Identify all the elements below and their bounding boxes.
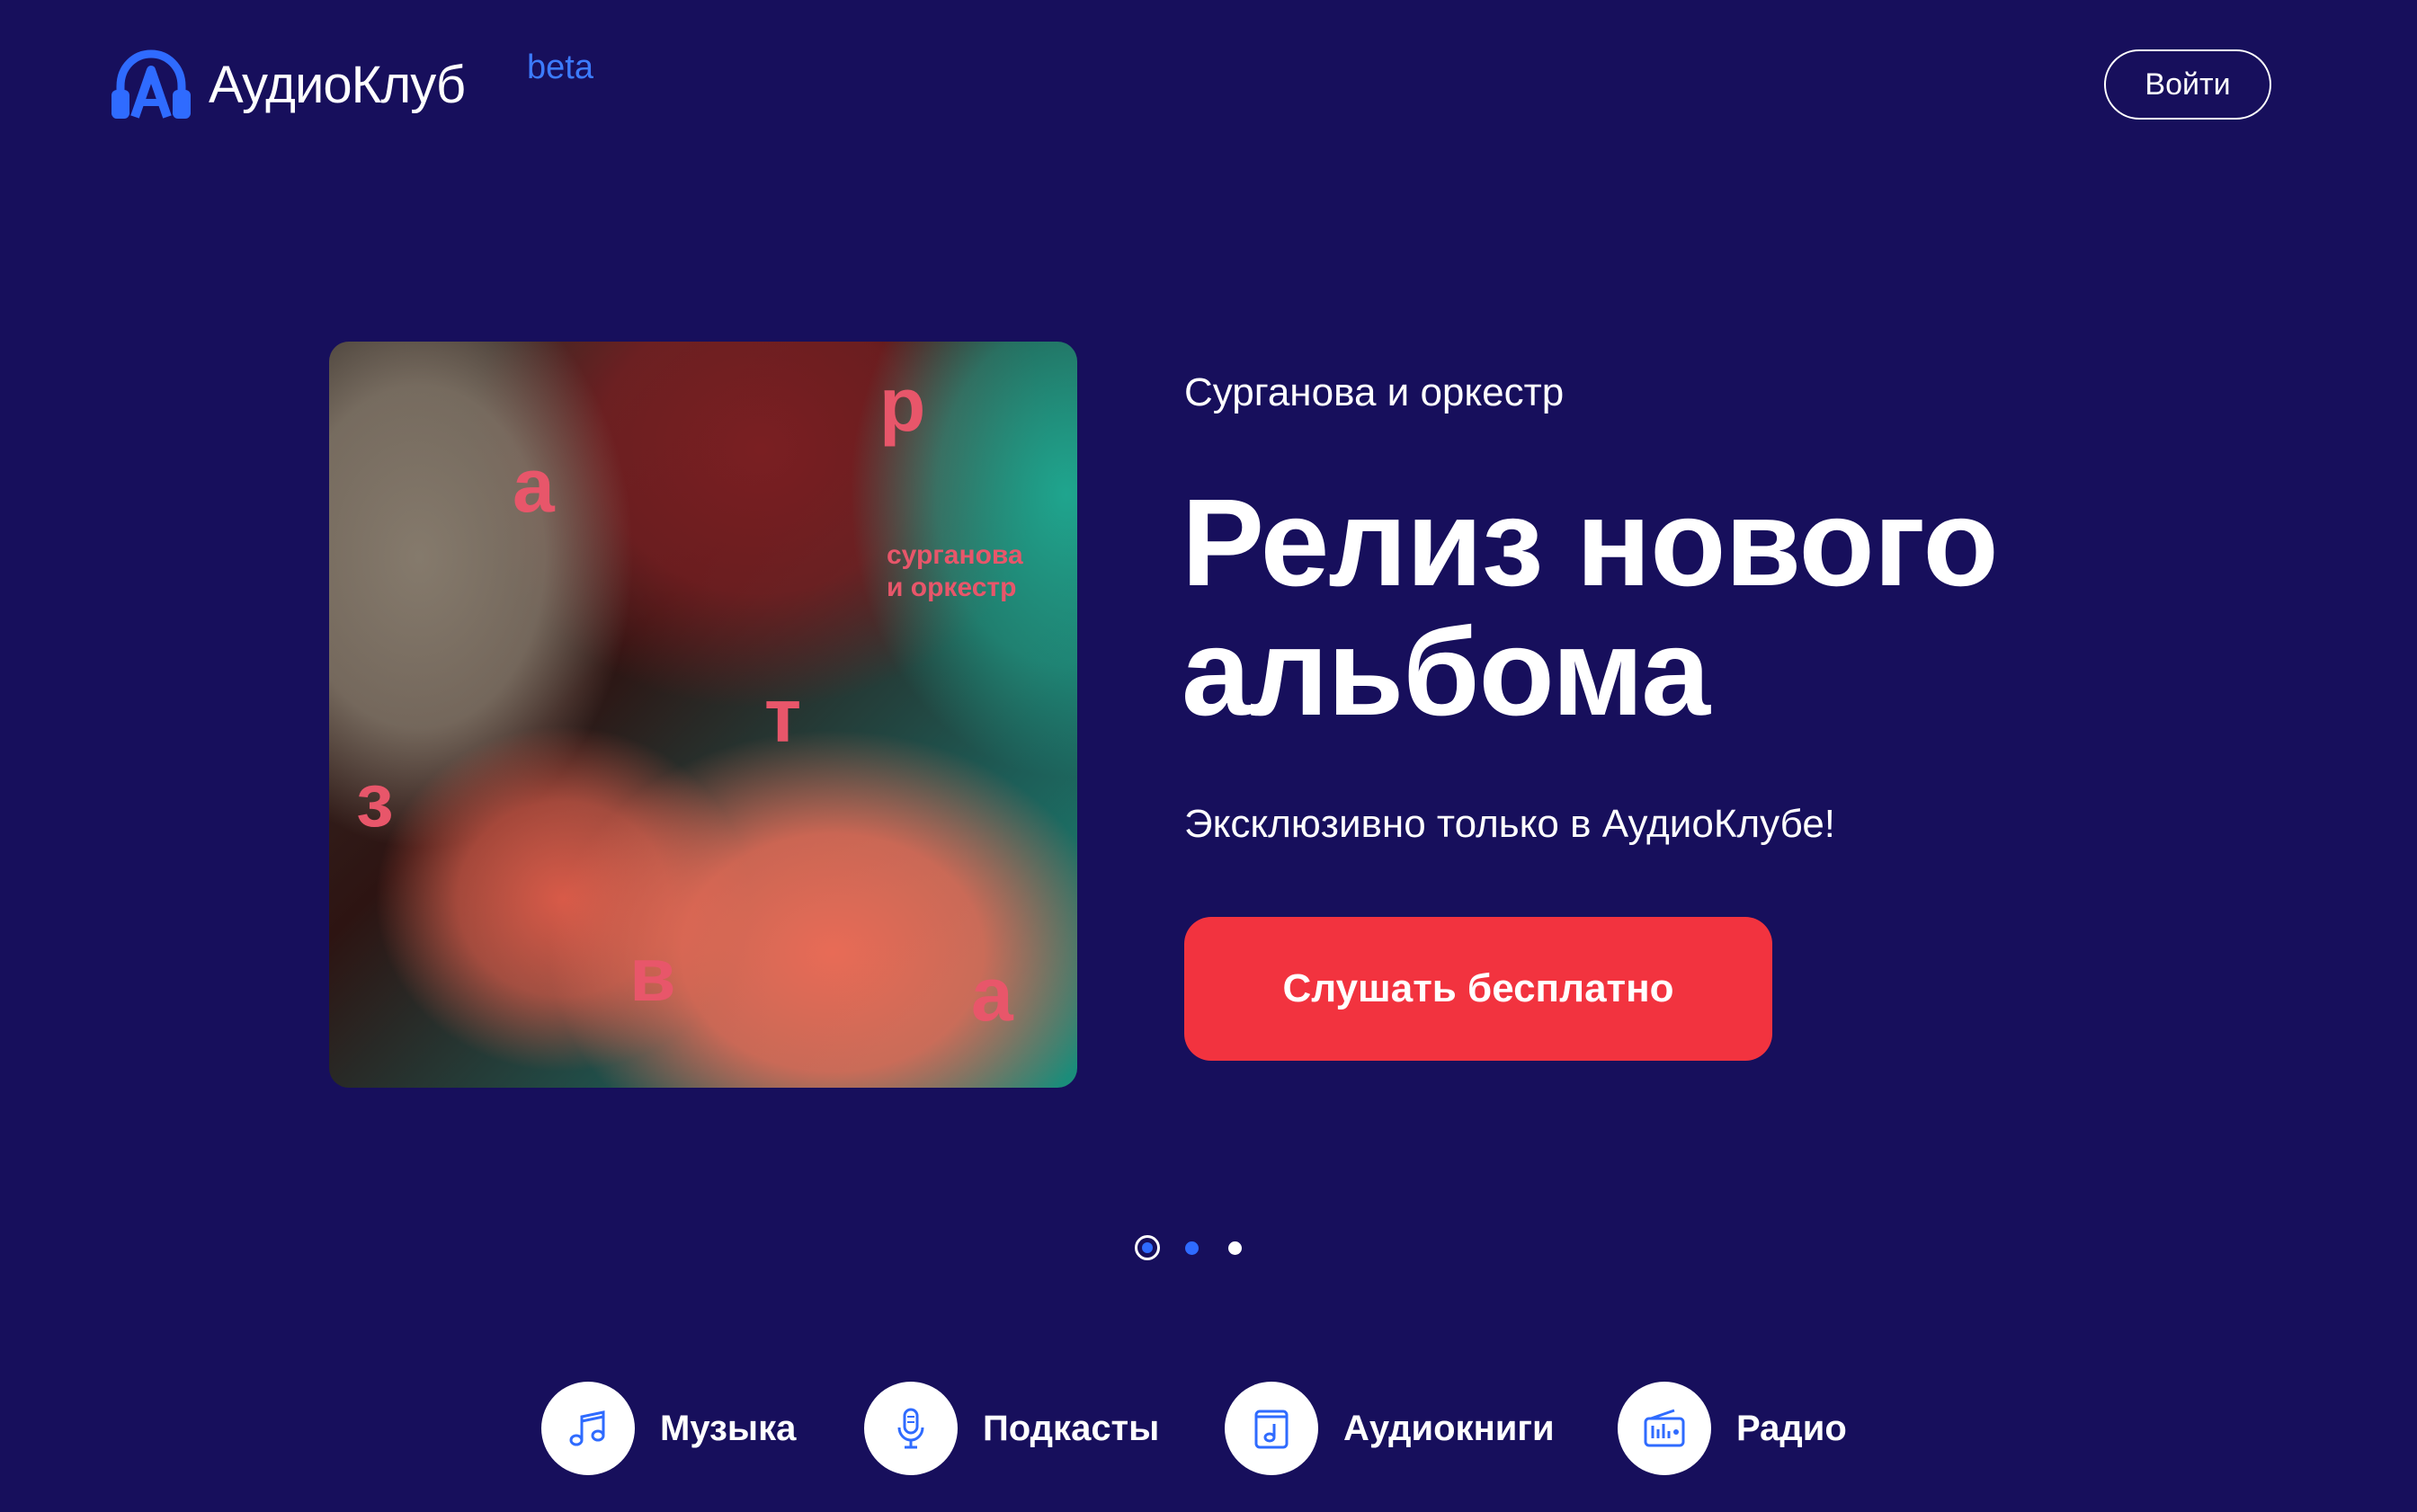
artist-name: Сурганова и оркестр xyxy=(1184,370,1565,414)
category-audiobooks[interactable]: Аудиокниги xyxy=(1225,1382,1555,1475)
cover-letter: т xyxy=(764,673,802,758)
category-podcasts[interactable]: Подкасты xyxy=(864,1382,1159,1475)
cover-letter: в xyxy=(629,932,676,1017)
hero-subline: Эксклюзивно только в АудиоКлубе! xyxy=(1184,802,1836,846)
radio-icon xyxy=(1618,1382,1711,1475)
pager-dot[interactable] xyxy=(1228,1241,1242,1255)
beta-badge: beta xyxy=(527,49,593,86)
category-label: Аудиокниги xyxy=(1343,1408,1555,1448)
cover-letter: р xyxy=(879,362,926,447)
category-label: Музыка xyxy=(660,1408,797,1448)
category-music[interactable]: Музыка xyxy=(541,1382,796,1475)
cover-caption: сурганова и оркестр xyxy=(887,539,1023,604)
listen-free-button[interactable]: Слушать бесплатно xyxy=(1184,917,1772,1061)
cover-letter: з xyxy=(356,758,394,842)
audiobook-icon xyxy=(1225,1382,1318,1475)
music-note-icon xyxy=(541,1382,635,1475)
page: АудиоКлуб beta Войти р а т з в а сургано… xyxy=(0,0,2417,1512)
category-label: Подкасты xyxy=(983,1408,1160,1448)
cover-caption-line: сурганова xyxy=(887,540,1023,570)
logo-text: АудиоКлуб xyxy=(209,55,466,114)
category-label: Радио xyxy=(1736,1408,1847,1448)
microphone-icon xyxy=(864,1382,958,1475)
cover-letter: а xyxy=(513,443,555,528)
carousel-pager xyxy=(1135,1235,1243,1260)
cover-letter: а xyxy=(971,952,1013,1036)
login-button[interactable]: Войти xyxy=(2104,49,2271,120)
headphones-logo-icon xyxy=(111,49,191,119)
category-radio[interactable]: Радио xyxy=(1618,1382,1847,1475)
logo[interactable]: АудиоКлуб beta xyxy=(111,47,593,122)
cover-caption-line: и оркестр xyxy=(887,573,1017,602)
hero-headline: Релиз нового альбома xyxy=(1182,474,1999,742)
album-cover[interactable]: р а т з в а сурганова и оркестр xyxy=(329,342,1077,1088)
pager-dot[interactable] xyxy=(1185,1241,1199,1255)
pager-dot-active[interactable] xyxy=(1135,1235,1160,1260)
